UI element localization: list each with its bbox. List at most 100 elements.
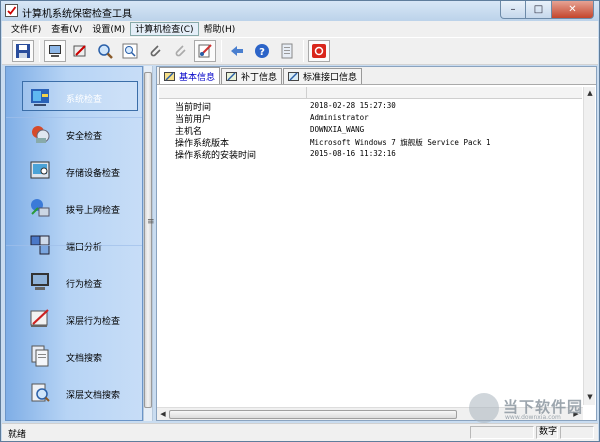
- save-button[interactable]: [12, 40, 34, 62]
- status-segment: [470, 426, 534, 439]
- tab-patch-info[interactable]: 补丁信息: [221, 68, 283, 84]
- row-value: 2018-02-28 15:27:30: [310, 101, 396, 110]
- nav-item-system-check[interactable]: 系统检查: [6, 81, 142, 113]
- list-header: [159, 87, 582, 99]
- arrow-icon: [231, 46, 243, 56]
- nav-item-dialup-check[interactable]: 拨号上网检查: [6, 192, 142, 224]
- watermark-logo-icon: [469, 393, 499, 423]
- menu-computer-check[interactable]: 计算机检查(C): [130, 22, 199, 36]
- row-value: 2015-08-16 11:32:16: [310, 149, 396, 158]
- watermark-url: www.downxia.com: [505, 414, 561, 421]
- storage-check-icon: [30, 161, 50, 179]
- table-row[interactable]: 当前时间 2018-02-28 15:27:30: [159, 100, 582, 113]
- nav-item-deep-document-search[interactable]: 深层文档搜索: [6, 377, 142, 409]
- horizontal-scrollbar-thumb[interactable]: [169, 410, 457, 419]
- menu-settings[interactable]: 设置(M): [87, 22, 130, 36]
- minimize-button[interactable]: –: [500, 1, 526, 19]
- tab-standard-interface-info[interactable]: 标准接口信息: [283, 68, 363, 84]
- help-button[interactable]: ?: [251, 40, 273, 62]
- save-icon: [16, 44, 30, 58]
- deep-document-search-icon: [31, 383, 50, 402]
- document-button[interactable]: [276, 40, 298, 62]
- nav-item-security-check[interactable]: 安全检查: [6, 118, 142, 150]
- nav-item-storage-check[interactable]: 存储设备检查: [6, 155, 142, 187]
- nav-label: 系统检查: [66, 95, 103, 105]
- arrow-button[interactable]: [226, 40, 248, 62]
- svg-text:?: ?: [259, 47, 265, 58]
- zoom-window-button[interactable]: [119, 40, 141, 62]
- status-segment: [560, 426, 594, 439]
- nav-label: 行为检查: [66, 280, 103, 290]
- title-bar[interactable]: 计算机系统保密检查工具 – □ ✕: [1, 1, 599, 21]
- attach-button[interactable]: [144, 40, 166, 62]
- tab-label: 补丁信息: [241, 73, 278, 83]
- column-header-value[interactable]: [307, 87, 582, 99]
- tab-interface-icon: [288, 72, 300, 81]
- scroll-up-icon[interactable]: ▲: [585, 88, 595, 98]
- row-value: Administrator: [310, 113, 369, 122]
- nav-panel: 系统检查 安全检查 存储设备检查 拨号上网检查 端口分析 行为检查 深层行为检查: [5, 66, 143, 421]
- nav-scrollbar[interactable]: [144, 66, 152, 421]
- computer-icon: [49, 45, 61, 57]
- document-icon: [281, 43, 293, 59]
- toolbar: ?: [2, 37, 598, 65]
- window-title: 计算机系统保密检查工具: [22, 9, 132, 20]
- computer-button[interactable]: [44, 40, 66, 62]
- nav-item-document-search[interactable]: 文档搜索: [6, 340, 142, 372]
- tools-button[interactable]: [194, 40, 216, 62]
- tools-icon: [198, 44, 212, 58]
- scroll-left-icon[interactable]: ◀: [158, 409, 168, 419]
- close-button[interactable]: ✕: [551, 1, 594, 19]
- table-row[interactable]: 当前用户 Administrator: [159, 112, 582, 125]
- num-lock-indicator: 数字: [536, 426, 558, 439]
- table-row[interactable]: 主机名 DOWNXIA_WANG: [159, 124, 582, 137]
- attach-gray-button[interactable]: [169, 40, 191, 62]
- toolbar-separator: [39, 40, 40, 62]
- row-value: Microsoft Windows 7 旗舰版 Service Pack 1: [310, 138, 491, 147]
- tab-label: 标准接口信息: [303, 73, 358, 83]
- nav-label: 文档搜索: [66, 354, 103, 364]
- magnifier-button[interactable]: [94, 40, 116, 62]
- stop-icon: [312, 44, 326, 58]
- nav-label: 深层文档搜索: [66, 391, 121, 401]
- nav-scrollbar-thumb[interactable]: [144, 72, 152, 408]
- menu-view[interactable]: 查看(V): [46, 22, 87, 36]
- behavior-check-icon: [31, 273, 49, 290]
- status-bar: 就绪 数字: [2, 423, 598, 441]
- magnifier-icon: [98, 44, 113, 59]
- nav-item-behavior-check[interactable]: 行为检查: [6, 266, 142, 298]
- maximize-button[interactable]: □: [526, 1, 551, 19]
- dialup-check-icon: [31, 199, 50, 217]
- nav-item-deep-behavior-check[interactable]: 深层行为检查: [6, 303, 142, 335]
- menu-file[interactable]: 文件(F): [6, 22, 46, 36]
- info-rows: 当前时间 2018-02-28 15:27:30 当前用户 Administra…: [159, 100, 582, 161]
- pen-button[interactable]: [69, 40, 91, 62]
- tab-basic-info[interactable]: 基本信息: [159, 67, 221, 84]
- divider: [6, 245, 142, 246]
- menu-bar: 文件(F) 查看(V) 设置(M) 计算机检查(C) 帮助(H): [2, 21, 598, 37]
- column-header-name[interactable]: [159, 87, 307, 99]
- info-list: 当前时间 2018-02-28 15:27:30 当前用户 Administra…: [159, 87, 582, 405]
- help-icon: ?: [255, 44, 269, 58]
- table-row[interactable]: 操作系统的安装时间 2015-08-16 11:32:16: [159, 148, 582, 161]
- nav-label: 安全检查: [66, 132, 103, 142]
- paperclip-gray-icon: [175, 45, 186, 57]
- tab-info-icon: [164, 71, 175, 81]
- paperclip-icon: [150, 45, 161, 57]
- menu-help[interactable]: 帮助(H): [199, 22, 241, 36]
- toolbar-separator: [221, 40, 222, 62]
- system-check-icon: [31, 89, 49, 106]
- document-search-icon: [31, 345, 49, 367]
- splitter-grip-icon: ≡: [147, 217, 155, 227]
- row-key: 操作系统的安装时间: [175, 151, 257, 161]
- zoom-window-icon: [122, 43, 138, 59]
- deep-behavior-check-icon: [30, 309, 49, 327]
- nav-label: 拨号上网检查: [66, 206, 121, 216]
- table-row[interactable]: 操作系统版本 Microsoft Windows 7 旗舰版 Service P…: [159, 136, 582, 149]
- app-check-icon: [5, 4, 18, 17]
- security-check-icon: [32, 126, 50, 143]
- stop-button[interactable]: [308, 40, 330, 62]
- watermark: 当下软件园 www.downxia.com: [469, 393, 589, 423]
- tab-bar: 基本信息 补丁信息 标准接口信息: [157, 67, 596, 85]
- list-vertical-scrollbar[interactable]: ▲ ▼: [583, 87, 595, 405]
